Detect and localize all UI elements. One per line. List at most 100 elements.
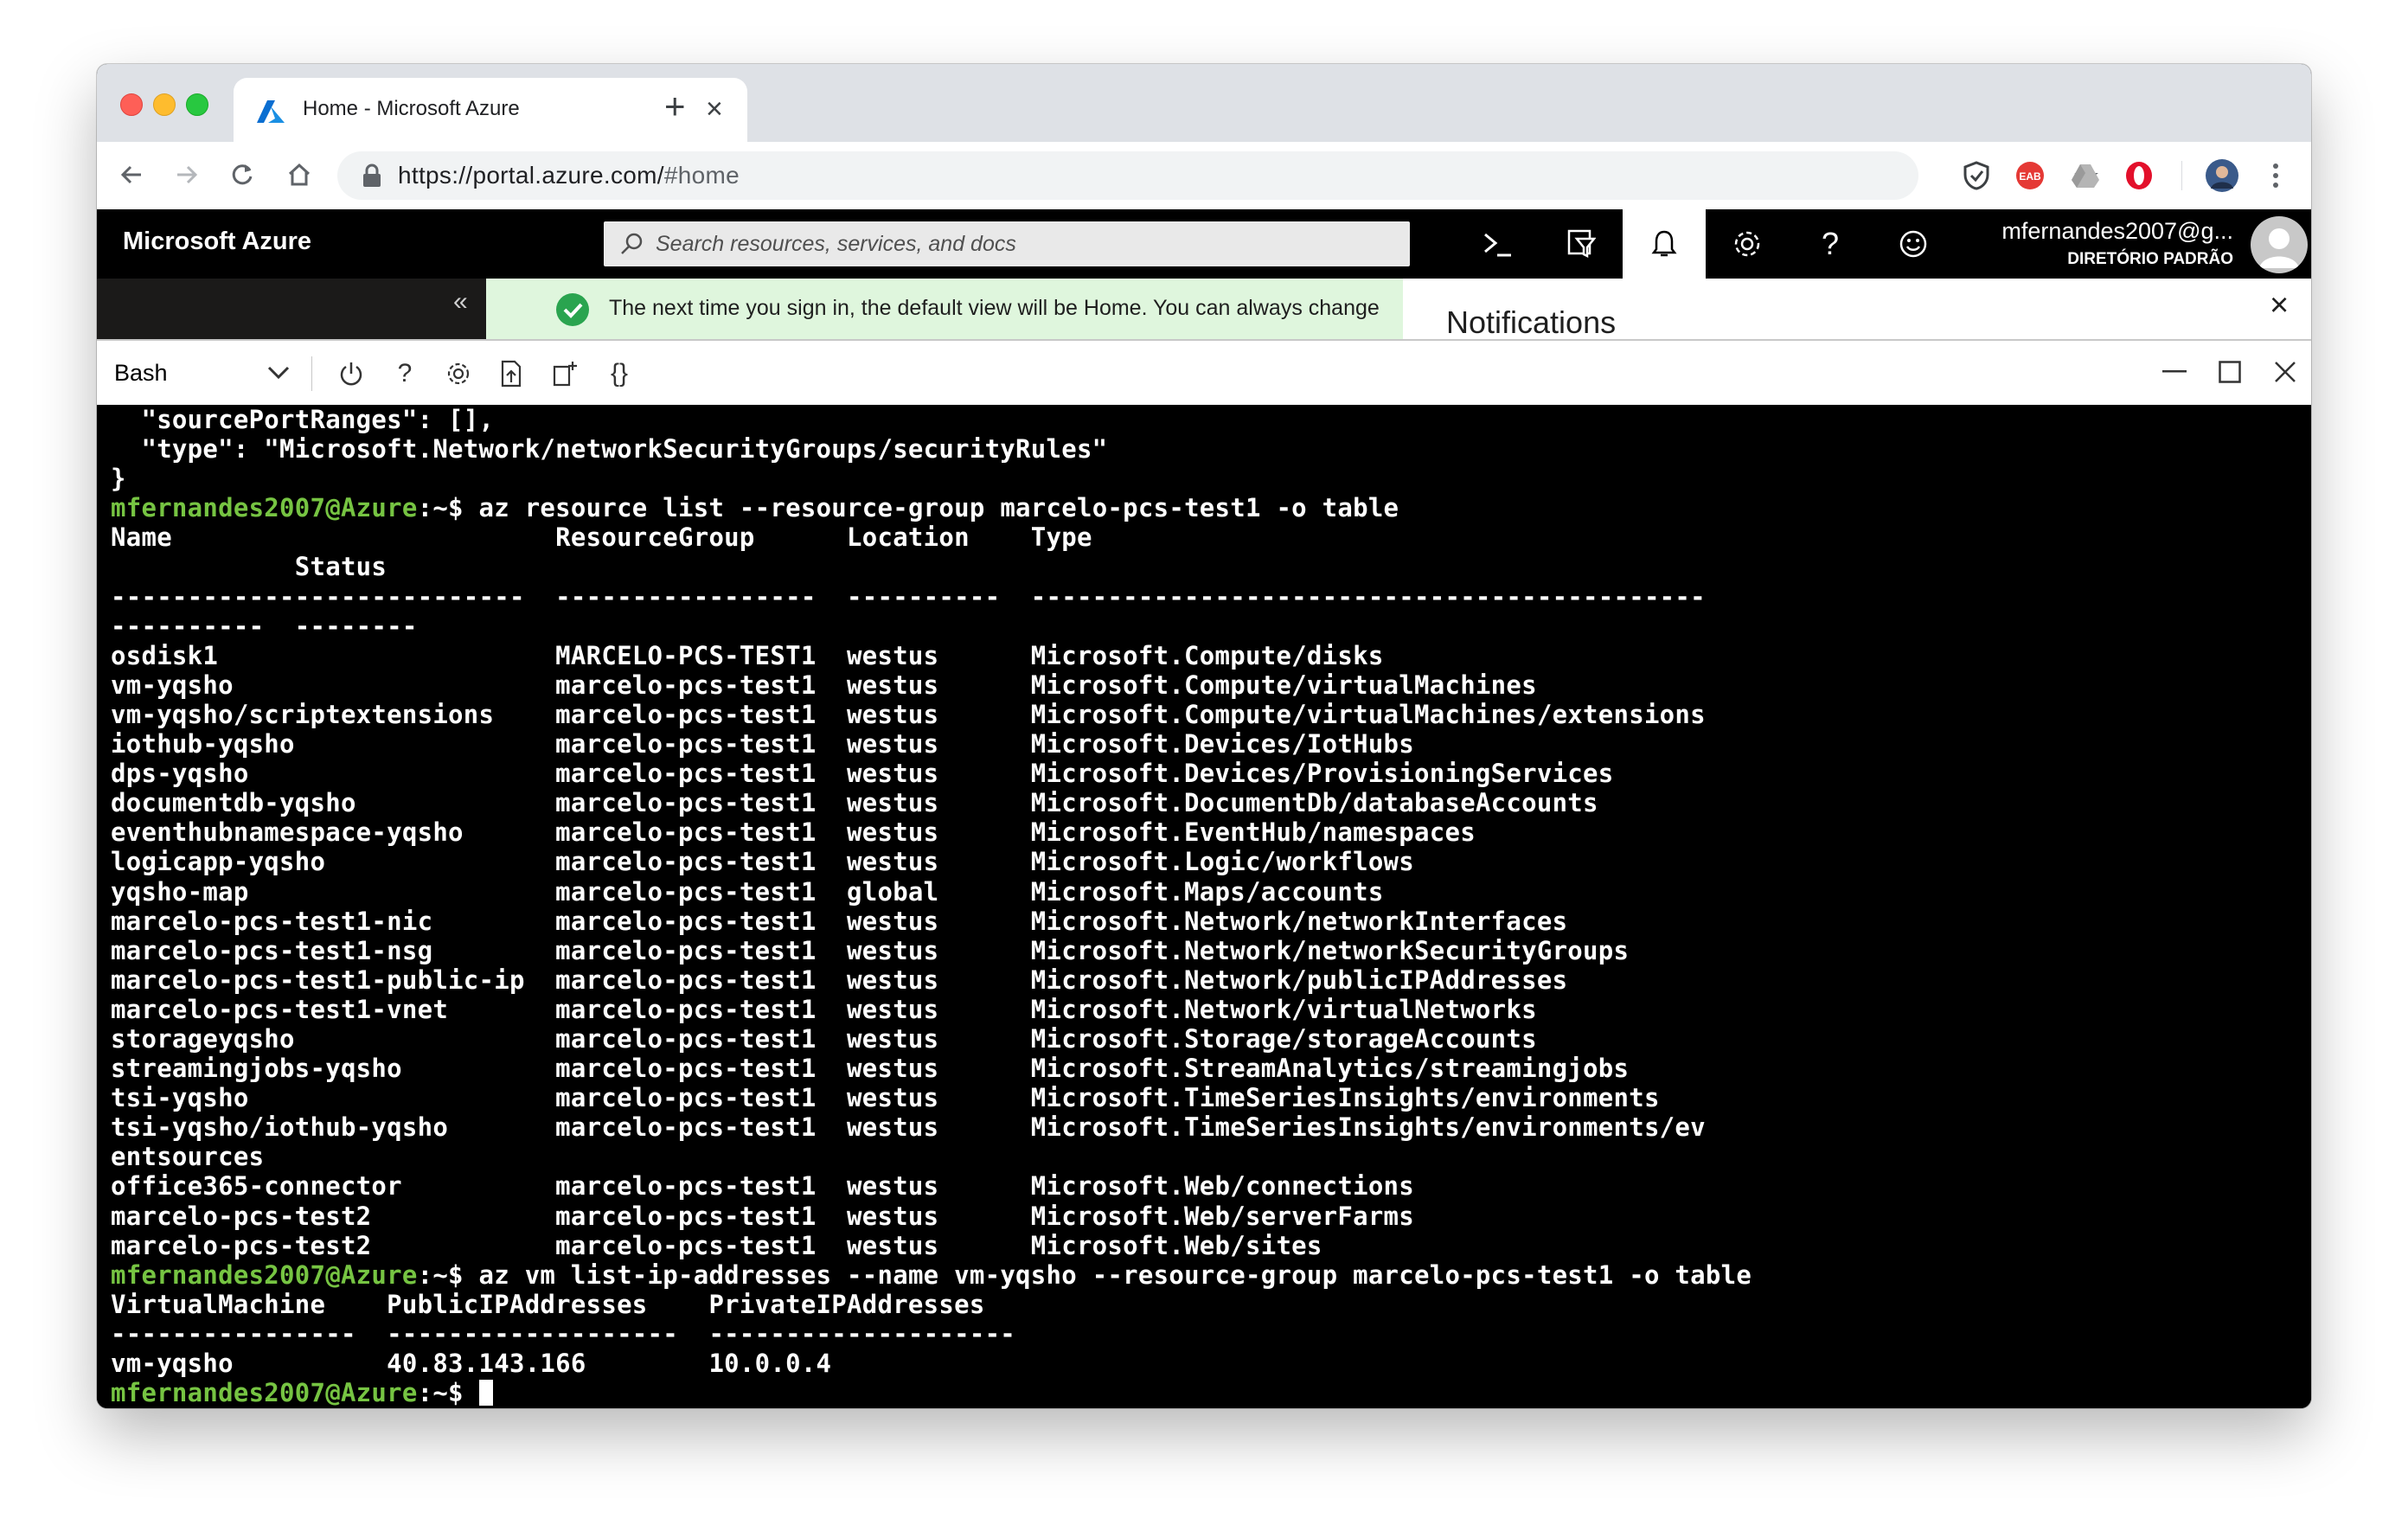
home-default-banner: The next time you sign in, the default v…	[486, 279, 1403, 339]
terminal-cursor	[478, 1380, 493, 1407]
avatar[interactable]	[2251, 216, 2308, 273]
maximize-icon[interactable]	[2211, 353, 2249, 391]
left-nav-panel: «	[97, 279, 486, 339]
minimize-window-button[interactable]	[153, 93, 176, 116]
reload-icon[interactable]	[223, 156, 261, 194]
terminal-line: entsources	[111, 1142, 2311, 1171]
opera-extension-icon[interactable]	[2123, 159, 2155, 192]
output-text: VirtualMachine PublicIPAddresses Private…	[111, 1289, 985, 1319]
terminal-line: ---------------- ------------------- ---…	[111, 1319, 2311, 1349]
terminal-line: marcelo-pcs-test1-public-ip marcelo-pcs-…	[111, 965, 2311, 995]
prompt-suffix: :~$	[417, 1378, 479, 1408]
zoom-window-button[interactable]	[186, 93, 208, 116]
output-text: "sourcePortRanges": [],	[111, 405, 495, 434]
terminal-line: "type": "Microsoft.Network/networkSecuri…	[111, 434, 2311, 464]
gear-icon[interactable]	[1706, 209, 1789, 279]
help-icon[interactable]: ?	[1789, 209, 1872, 279]
output-text: ---------------- ------------------- ---…	[111, 1318, 1016, 1349]
eab-extension-icon[interactable]: EAB	[2014, 159, 2046, 192]
output-text: vm-yqsho marcelo-pcs-test1 westus Micros…	[111, 670, 1537, 700]
terminal-line: documentdb-yqsho marcelo-pcs-test1 westu…	[111, 788, 2311, 817]
terminal-line: yqsho-map marcelo-pcs-test1 global Micro…	[111, 877, 2311, 907]
cloud-shell-icon[interactable]	[1457, 209, 1540, 279]
command-text: az vm list-ip-addresses --name vm-yqsho …	[478, 1259, 1752, 1290]
toolbar-separator	[311, 356, 312, 391]
close-icon[interactable]: ×	[2270, 287, 2289, 324]
account-name: mfernandes2007@g...	[2001, 218, 2233, 244]
terminal-line: tsi-yqsho/iothub-yqsho marcelo-pcs-test1…	[111, 1112, 2311, 1142]
toolbar-divider	[2181, 161, 2182, 190]
terminal-output[interactable]: "sourcePortRanges": [], "type": "Microso…	[97, 405, 2311, 1408]
output-text: ---------- --------	[111, 611, 418, 641]
cloud-shell-toolbar: Bash ? {}	[97, 339, 2311, 407]
gear-icon[interactable]	[441, 356, 476, 391]
command-text: az resource list --resource-group marcel…	[478, 493, 1399, 523]
address-bar[interactable]: https://portal.azure.com/#home ☆	[337, 151, 2100, 200]
terminal-prompt-line: mfernandes2007@Azure:~$ az resource list…	[111, 493, 2311, 522]
terminal-line: office365-connector marcelo-pcs-test1 we…	[111, 1171, 2311, 1201]
output-text: --------------------------- ------------…	[111, 581, 1706, 612]
back-icon[interactable]	[112, 156, 150, 194]
terminal-line: VirtualMachine PublicIPAddresses Private…	[111, 1290, 2311, 1319]
output-text: eventhubnamespace-yqsho marcelo-pcs-test…	[111, 817, 1476, 848]
output-text: office365-connector marcelo-pcs-test1 we…	[111, 1171, 1415, 1202]
terminal-line: eventhubnamespace-yqsho marcelo-pcs-test…	[111, 817, 2311, 847]
browser-menu-icon[interactable]	[2259, 159, 2292, 192]
terminal-line: --------------------------- ------------…	[111, 582, 2311, 612]
output-text: marcelo-pcs-test2 marcelo-pcs-test1 west…	[111, 1230, 1322, 1260]
tab-title: Home - Microsoft Azure	[303, 97, 520, 120]
output-text: vm-yqsho/scriptextensions marcelo-pcs-te…	[111, 699, 1706, 729]
minimize-icon[interactable]	[2155, 353, 2193, 391]
terminal-line: iothub-yqsho marcelo-pcs-test1 westus Mi…	[111, 729, 2311, 759]
search-icon	[621, 233, 643, 254]
terminal-line: "sourcePortRanges": [],	[111, 405, 2311, 434]
drive-extension-icon[interactable]	[2069, 159, 2102, 192]
terminal-line: Name ResourceGroup Location Type	[111, 522, 2311, 552]
output-text: marcelo-pcs-test1-vnet marcelo-pcs-test1…	[111, 994, 1537, 1024]
terminal-line: tsi-yqsho marcelo-pcs-test1 westus Micro…	[111, 1083, 2311, 1112]
terminal-line: vm-yqsho 40.83.143.166 10.0.0.4	[111, 1349, 2311, 1378]
output-text: entsources	[111, 1142, 265, 1172]
terminal-line: streamingjobs-yqsho marcelo-pcs-test1 we…	[111, 1054, 2311, 1083]
output-text: yqsho-map marcelo-pcs-test1 global Micro…	[111, 876, 1384, 907]
azure-brand[interactable]: Microsoft Azure	[123, 227, 311, 256]
output-text: "type": "Microsoft.Network/networkSecuri…	[111, 434, 1108, 465]
shell-type-select[interactable]: Bash	[114, 358, 296, 389]
output-text: osdisk1 MARCELO-PCS-TEST1 westus Microso…	[111, 640, 1384, 670]
output-text: documentdb-yqsho marcelo-pcs-test1 westu…	[111, 788, 1598, 818]
power-icon[interactable]	[334, 356, 368, 391]
terminal-line: storageyqsho marcelo-pcs-test1 westus Mi…	[111, 1024, 2311, 1054]
output-text: Status	[111, 552, 387, 582]
terminal-line: osdisk1 MARCELO-PCS-TEST1 westus Microso…	[111, 641, 2311, 670]
portal-strip: « The next time you sign in, the default…	[97, 279, 2311, 362]
banner-message: The next time you sign in, the default v…	[609, 296, 1380, 320]
close-window-button[interactable]	[120, 93, 143, 116]
azure-search-input[interactable]: Search resources, services, and docs	[604, 221, 1410, 266]
close-icon[interactable]	[2266, 353, 2304, 391]
shield-extension-icon[interactable]	[1960, 159, 1993, 192]
azure-favicon-icon	[257, 100, 285, 123]
bell-icon[interactable]	[1623, 209, 1706, 279]
help-icon[interactable]: ?	[387, 356, 422, 391]
terminal-line: marcelo-pcs-test2 marcelo-pcs-test1 west…	[111, 1202, 2311, 1231]
browser-toolbar: https://portal.azure.com/#home ☆ EAB	[97, 142, 2311, 210]
forward-icon[interactable]	[168, 156, 206, 194]
tab-close-icon[interactable]: ×	[706, 92, 723, 126]
directory-filter-icon[interactable]	[1540, 209, 1623, 279]
account-info[interactable]: mfernandes2007@g... DIRETÓRIO PADRÃO	[1991, 218, 2233, 269]
braces-icon[interactable]: {}	[602, 356, 637, 391]
output-text: iothub-yqsho marcelo-pcs-test1 westus Mi…	[111, 729, 1415, 759]
terminal-line: marcelo-pcs-test1-nic marcelo-pcs-test1 …	[111, 907, 2311, 936]
feedback-icon[interactable]	[1872, 209, 1955, 279]
home-icon[interactable]	[280, 156, 318, 194]
output-text: vm-yqsho 40.83.143.166 10.0.0.4	[111, 1349, 832, 1378]
upload-icon[interactable]	[495, 356, 529, 391]
terminal-line: Status	[111, 552, 2311, 581]
profile-avatar[interactable]	[2206, 159, 2238, 192]
new-session-icon[interactable]	[548, 356, 583, 391]
new-tab-icon[interactable]: +	[664, 88, 686, 125]
collapse-menu-icon[interactable]: «	[453, 287, 468, 317]
lock-icon	[363, 163, 381, 187]
terminal-line: vm-yqsho marcelo-pcs-test1 westus Micros…	[111, 670, 2311, 700]
prompt-suffix: :~$	[417, 493, 479, 523]
